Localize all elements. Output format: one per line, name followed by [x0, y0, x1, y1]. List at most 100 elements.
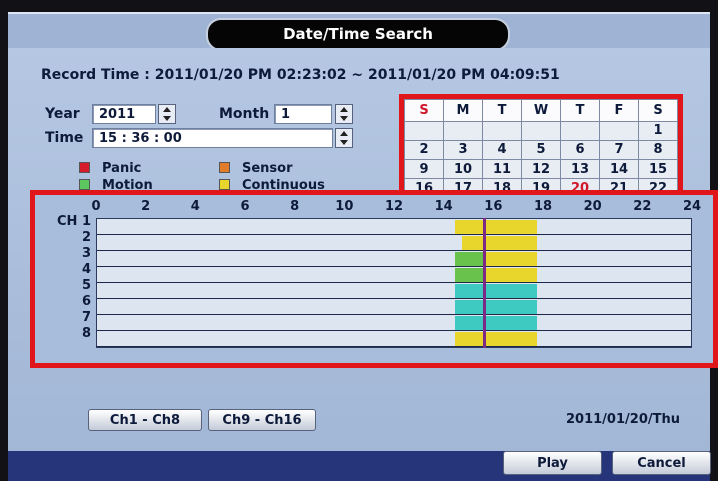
hour-tick-label: 16 [484, 199, 503, 214]
time-spinner[interactable] [335, 128, 353, 148]
recording-segment[interactable] [484, 236, 537, 250]
channel-row[interactable] [97, 283, 691, 299]
play-button[interactable]: Play [503, 451, 602, 475]
hour-tick-label: 10 [335, 199, 354, 214]
month-label: Month [219, 106, 270, 122]
legend-label: Sensor [242, 161, 293, 176]
hour-tick-label: 12 [384, 199, 404, 214]
channel-label: 8 [81, 326, 91, 341]
hour-tick-label: 8 [290, 199, 300, 214]
legend-swatch [219, 162, 230, 173]
calendar-day[interactable]: 6 [560, 139, 600, 161]
channel-label: CH 1 [57, 214, 91, 229]
time-label: Time [45, 130, 84, 146]
recording-segment[interactable] [462, 236, 485, 250]
recording-segment[interactable] [454, 220, 485, 234]
calendar-empty-cell [443, 120, 483, 141]
calendar-day[interactable]: 4 [482, 139, 522, 161]
hour-tick-label: 0 [91, 199, 101, 214]
channel-label: 2 [81, 230, 91, 245]
calendar-day[interactable]: 8 [638, 139, 678, 161]
dialog-window: Date/Time Search Record Time : 2011/01/2… [0, 0, 718, 481]
calendar-empty-cell [560, 120, 600, 141]
calendar-week-row: 9 10 11 12 13 14 15 [404, 159, 678, 180]
weekday-header: T [482, 99, 522, 122]
title-bar: Date/Time Search [8, 12, 710, 51]
calendar-day[interactable]: 12 [521, 159, 561, 180]
year-label: Year [45, 106, 80, 122]
calendar-empty-cell [599, 120, 639, 141]
calendar-empty-cell [404, 120, 444, 141]
month-field[interactable]: 1 [274, 104, 332, 124]
channel-label: 6 [81, 294, 91, 309]
recording-segment[interactable] [484, 284, 537, 298]
legend-swatch [79, 162, 90, 173]
hour-tick-label: 2 [141, 199, 151, 214]
time-field[interactable]: 15 : 36 : 00 [92, 128, 333, 148]
weekday-header: M [443, 99, 483, 122]
recording-segment[interactable] [484, 332, 537, 346]
weekday-header: S [404, 99, 444, 122]
channel-row[interactable] [97, 299, 691, 315]
recording-segment[interactable] [484, 252, 537, 266]
hour-tick-label: 6 [240, 199, 250, 214]
time-cursor[interactable] [483, 218, 487, 348]
calendar-day[interactable]: 2 [404, 139, 444, 161]
calendar-day[interactable]: 1 [638, 120, 678, 141]
recording-segment[interactable] [484, 220, 537, 234]
recording-segment[interactable] [484, 300, 537, 314]
recording-segment[interactable] [484, 268, 537, 282]
dialog-title: Date/Time Search [206, 18, 510, 51]
recording-segment[interactable] [454, 284, 485, 298]
hour-tick-label: 14 [434, 199, 453, 214]
calendar-day[interactable]: 7 [599, 139, 639, 161]
channel-row[interactable] [97, 219, 691, 235]
channel-row[interactable] [97, 315, 691, 331]
recording-segment[interactable] [454, 268, 485, 282]
calendar-day[interactable]: 9 [404, 159, 444, 180]
weekday-header: S [638, 99, 678, 122]
ch9-ch16-button[interactable]: Ch9 - Ch16 [208, 409, 316, 431]
calendar-day[interactable]: 14 [599, 159, 639, 180]
timeline-panel: 0 2 4 6 8 10 12 14 16 18 20 22 24 CH 12345678 [30, 190, 718, 368]
calendar-day[interactable]: 13 [560, 159, 600, 180]
year-spinner[interactable] [158, 104, 176, 124]
calendar-day[interactable]: 5 [521, 139, 561, 161]
channel-label: 4 [81, 262, 91, 277]
calendar-day[interactable]: 3 [443, 139, 483, 161]
legend-swatch [79, 179, 90, 190]
channel-label: 5 [81, 278, 91, 293]
year-field[interactable]: 2011 [92, 104, 156, 124]
hour-tick-label: 20 [583, 199, 602, 214]
recording-segment[interactable] [454, 332, 485, 346]
channel-row[interactable] [97, 331, 691, 347]
hour-tick-label: 4 [190, 199, 200, 214]
channel-label: 3 [81, 246, 91, 261]
hour-tick-label: 24 [682, 199, 702, 214]
cancel-button[interactable]: Cancel [612, 451, 711, 475]
hour-tick-label: 18 [533, 199, 553, 214]
calendar-week-row: 1 [404, 120, 678, 141]
weekday-header: T [560, 99, 600, 122]
legend-item: Sensor [219, 161, 293, 176]
timeline-grid[interactable] [96, 218, 692, 348]
recording-segment[interactable] [484, 316, 537, 330]
legend-swatch [219, 179, 230, 190]
record-time-label: Record Time : 2011/01/20 PM 02:23:02 ~ 2… [41, 67, 560, 83]
recording-segment[interactable] [454, 300, 485, 314]
recording-segment[interactable] [454, 252, 485, 266]
ch1-ch8-button[interactable]: Ch1 - Ch8 [88, 409, 202, 431]
channel-row[interactable] [97, 267, 691, 283]
recording-segment[interactable] [454, 316, 485, 330]
month-spinner[interactable] [335, 104, 353, 124]
channel-row[interactable] [97, 251, 691, 267]
calendar-day[interactable]: 15 [638, 159, 678, 180]
calendar-day[interactable]: 10 [443, 159, 483, 180]
selected-date: 2011/01/20/Thu [566, 412, 680, 427]
calendar-header-row: SMTWTFS [404, 99, 678, 122]
calendar-day[interactable]: 11 [482, 159, 522, 180]
weekday-header: W [521, 99, 561, 122]
channel-row[interactable] [97, 235, 691, 251]
channel-label: 7 [81, 310, 91, 325]
calendar-week-row: 2345678 [404, 139, 678, 161]
